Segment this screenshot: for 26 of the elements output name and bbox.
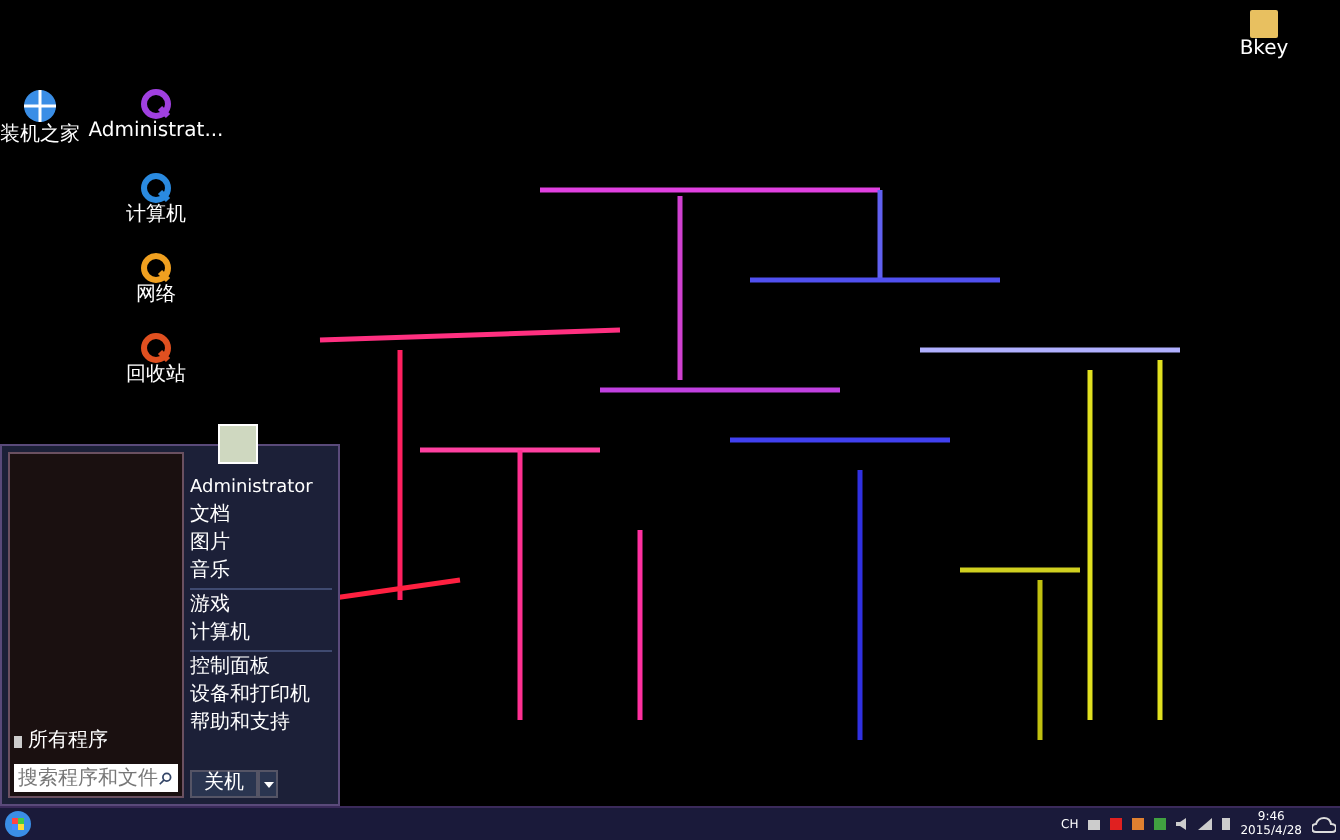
caret-icon <box>263 781 273 787</box>
desktop-icon-label[interactable]: Administrat... <box>88 120 224 144</box>
volume-icon[interactable] <box>1176 818 1189 830</box>
desktop-icon-label[interactable]: 装机之家 <box>0 124 80 148</box>
start-menu-link[interactable]: 文档 <box>190 502 230 530</box>
start-menu-link[interactable]: 游戏 <box>190 592 230 620</box>
start-menu-link[interactable]: 图片 <box>190 530 230 558</box>
user-avatar <box>218 424 258 464</box>
desktop-icon-label[interactable]: 计算机 <box>126 204 186 228</box>
shutdown-button[interactable]: 关机 <box>190 770 258 798</box>
start-menu-link[interactable]: 计算机 <box>190 620 250 648</box>
all-programs-link[interactable]: 所有程序 <box>28 726 108 756</box>
desktop-icon-label[interactable]: Bkey <box>1239 38 1289 62</box>
start-menu-link[interactable]: 控制面板 <box>190 654 270 682</box>
start-menu-link[interactable]: 帮助和支持 <box>190 710 290 738</box>
desktop-icon-label[interactable]: 网络 <box>136 284 176 308</box>
user-name-link[interactable]: Administrator <box>190 476 332 502</box>
start-menu-link[interactable]: 音乐 <box>190 558 230 586</box>
search-icon <box>158 771 172 785</box>
desktop-icon-label[interactable]: 回收站 <box>126 364 186 388</box>
signal-icon[interactable] <box>1198 818 1213 830</box>
search-field[interactable]: 搜索程序和文件 <box>14 764 178 792</box>
weather-cloud-icon[interactable] <box>1312 814 1336 834</box>
start-menu-link[interactable]: 设备和打印机 <box>190 682 310 710</box>
shutdown-options-button[interactable] <box>258 770 278 798</box>
start-orb-icon[interactable] <box>4 810 32 838</box>
